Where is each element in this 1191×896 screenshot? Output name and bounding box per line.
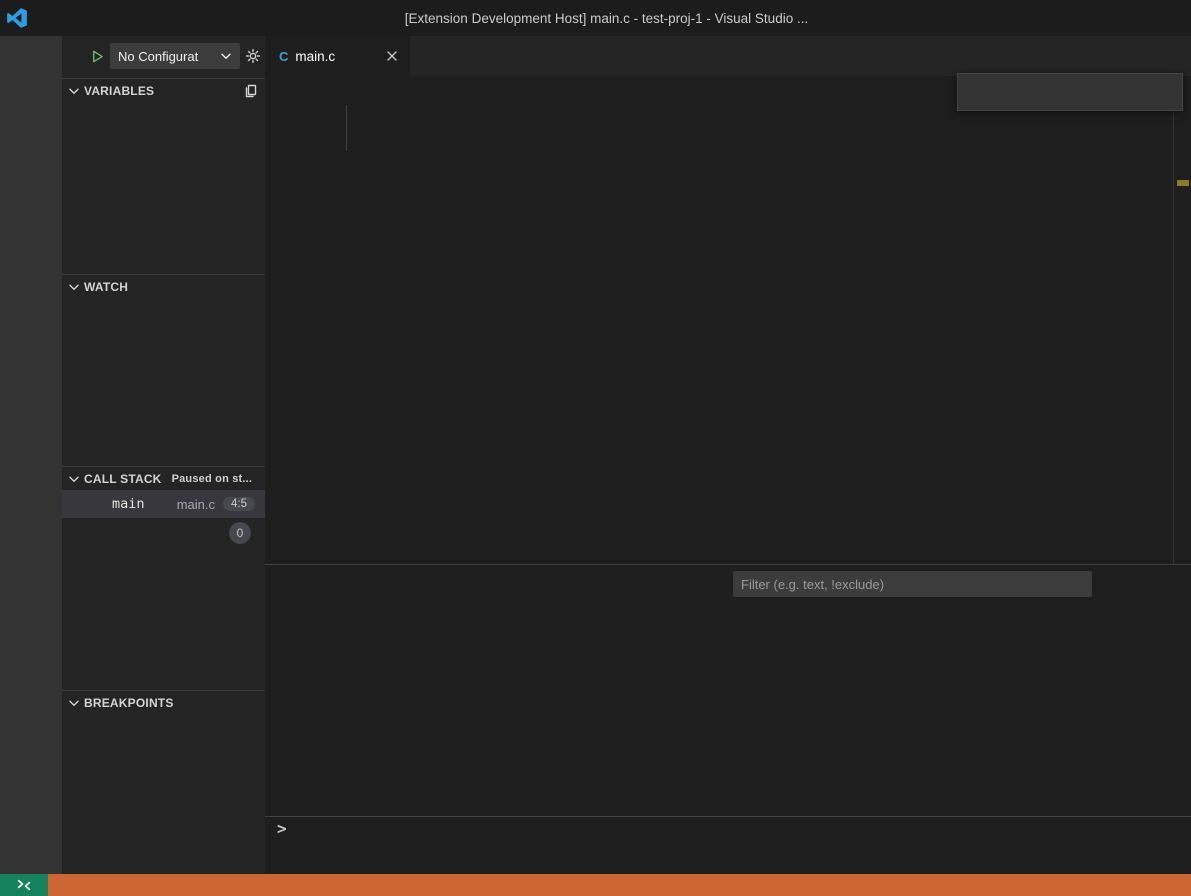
overview-ruler-marker	[1177, 180, 1189, 186]
start-debugging-icon[interactable]	[90, 49, 105, 64]
overview-ruler	[1173, 96, 1174, 592]
call-stack-section: CALL STACK Paused on st... main main.c 4…	[62, 466, 265, 542]
debug-launch-toolbar: No Configurat	[62, 36, 265, 76]
call-stack-count-badge: 0	[229, 522, 251, 544]
tab-main-c[interactable]: C main.c	[265, 36, 410, 76]
debug-sidebar: No Configurat VARIABLES WATCH CAL	[62, 36, 265, 874]
call-stack-title: CALL STACK	[84, 472, 162, 486]
stack-frame-name: main	[112, 496, 145, 512]
bottom-panel: >	[265, 564, 1191, 874]
remote-indicator[interactable]	[0, 874, 48, 896]
console-filter-input[interactable]	[733, 571, 1092, 597]
chevron-down-icon	[66, 695, 82, 711]
stack-frame-file: main.c	[177, 497, 215, 512]
variables-section: VARIABLES	[62, 78, 265, 102]
chevron-down-icon	[66, 279, 82, 295]
debug-config-label: No Configurat	[118, 49, 218, 64]
watch-title: WATCH	[84, 280, 128, 294]
vscode-window: [Extension Development Host] main.c - te…	[0, 0, 1191, 896]
c-language-icon: C	[279, 49, 288, 64]
code-editor[interactable]	[265, 104, 1191, 600]
close-tab-icon[interactable]	[384, 48, 400, 64]
breakpoints-title: BREAKPOINTS	[84, 696, 174, 710]
watch-section: WATCH	[62, 274, 265, 298]
chevron-down-icon	[218, 48, 234, 64]
editor-tab-bar: C main.c	[265, 36, 1191, 76]
stack-frame-row[interactable]: main main.c 4:5	[62, 490, 265, 518]
stack-frame-position-badge: 4:5	[223, 497, 255, 511]
breakpoints-section: BREAKPOINTS	[62, 690, 265, 714]
status-bar	[0, 874, 1191, 896]
chevron-down-icon	[66, 83, 82, 99]
indent-guide	[346, 105, 347, 151]
call-stack-status: Paused on st...	[172, 473, 253, 485]
variables-header[interactable]: VARIABLES	[62, 78, 265, 102]
debug-console-input-row[interactable]: >	[265, 816, 1191, 840]
activity-bar	[0, 36, 62, 874]
window-title: [Extension Development Host] main.c - te…	[34, 11, 1179, 26]
variables-title: VARIABLES	[84, 84, 154, 98]
title-bar: [Extension Development Host] main.c - te…	[0, 0, 1191, 36]
tab-label: main.c	[295, 49, 335, 64]
open-launch-json-gear-icon[interactable]	[245, 48, 261, 64]
copy-value-icon[interactable]	[243, 83, 259, 99]
debug-config-dropdown[interactable]: No Configurat	[110, 43, 240, 69]
editor-actions	[1177, 36, 1191, 76]
remote-connect-icon	[16, 877, 32, 893]
watch-header[interactable]: WATCH	[62, 274, 265, 298]
vscode-logo-icon	[0, 7, 34, 29]
breakpoints-header[interactable]: BREAKPOINTS	[62, 690, 265, 714]
console-prompt: >	[277, 819, 287, 838]
chevron-down-icon	[66, 471, 82, 487]
call-stack-badge-row: 0	[62, 518, 265, 542]
call-stack-header[interactable]: CALL STACK Paused on st...	[62, 466, 265, 490]
debug-toolbar	[957, 73, 1183, 111]
